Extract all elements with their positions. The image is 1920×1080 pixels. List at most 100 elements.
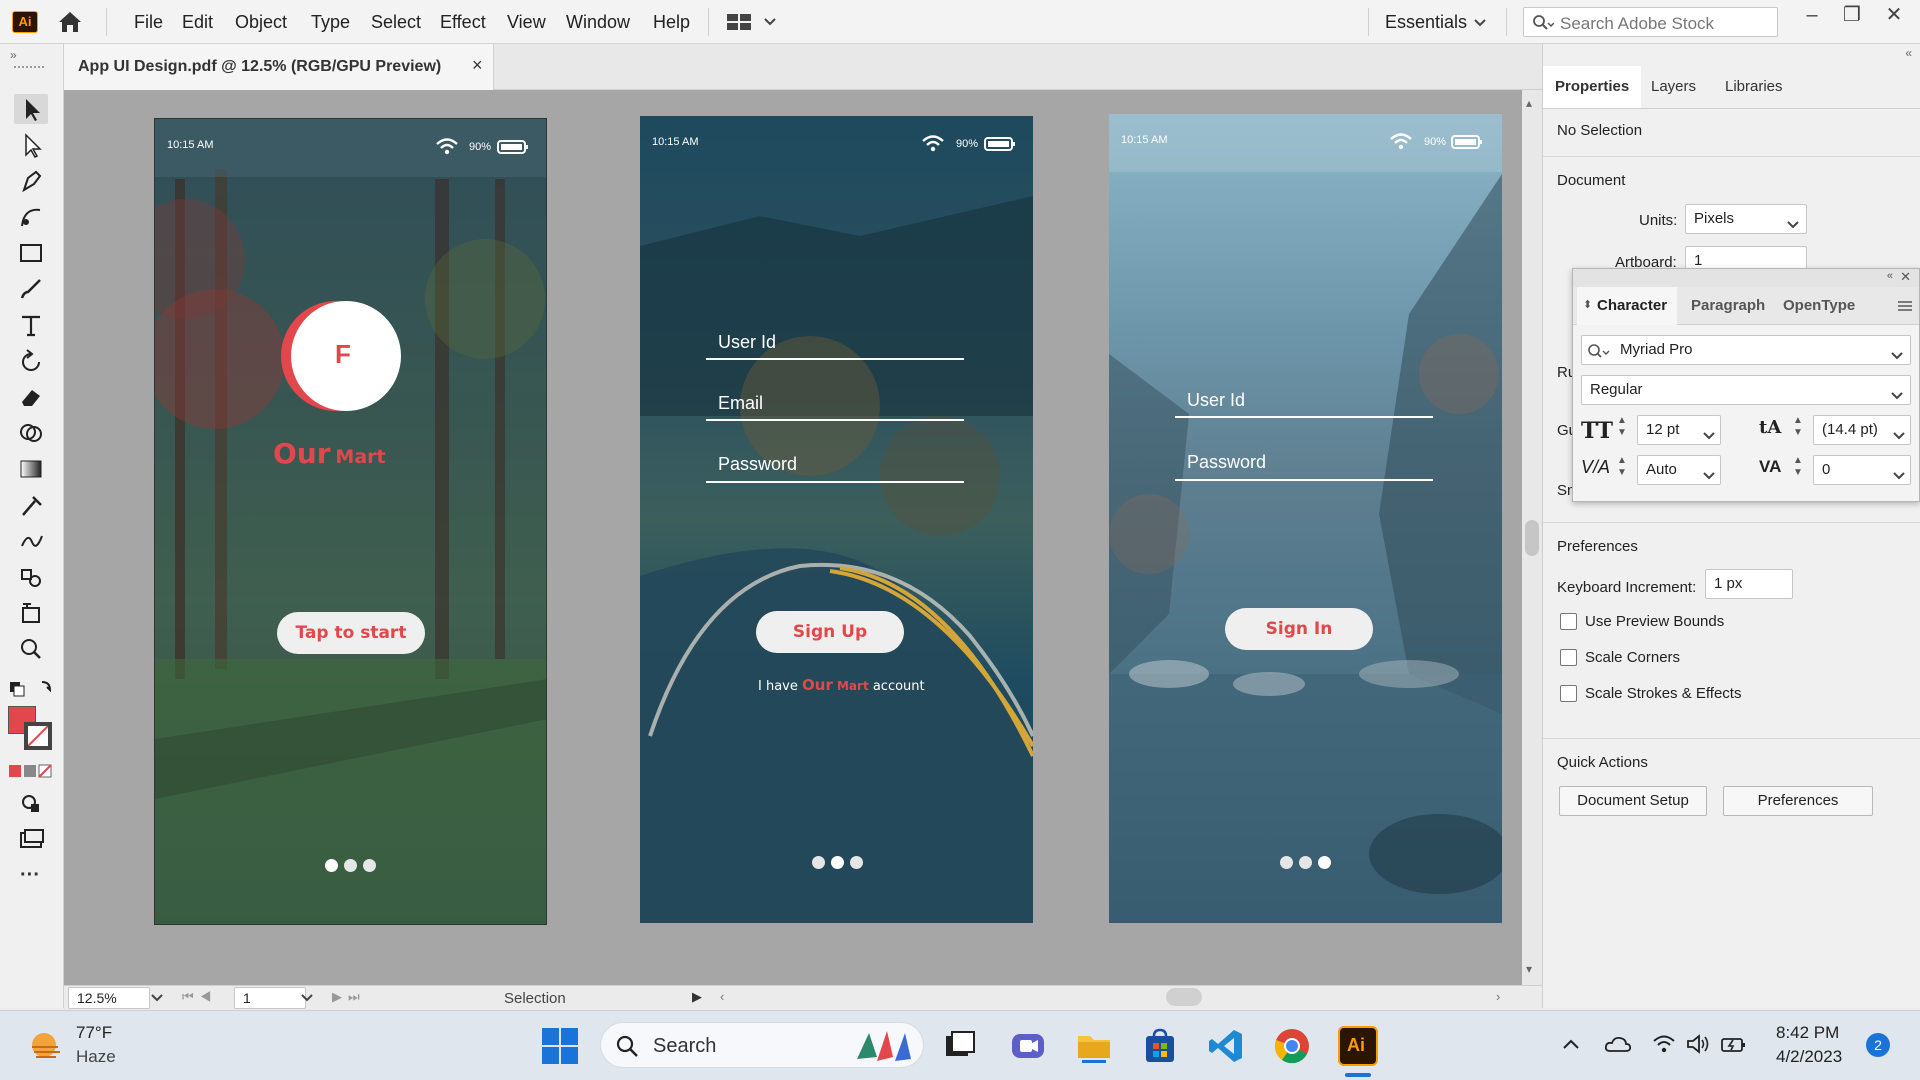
status-menu-icon[interactable]: ▶: [692, 989, 702, 1005]
vscode-icon[interactable]: [1206, 1026, 1246, 1066]
minimize-button[interactable]: –: [1790, 0, 1834, 30]
font-size-input[interactable]: 12 pt: [1637, 415, 1721, 445]
close-window-button[interactable]: ✕: [1872, 0, 1916, 30]
illustrator-taskbar-icon[interactable]: Ai: [1338, 1026, 1378, 1066]
menu-view[interactable]: View: [507, 0, 546, 44]
pen-tool-icon[interactable]: [14, 166, 48, 196]
battery-charging-icon[interactable]: [1720, 1033, 1746, 1055]
tracking-stepper[interactable]: ▲ ▼: [1793, 455, 1803, 479]
home-icon[interactable]: [56, 10, 84, 34]
tracking-input[interactable]: 0: [1813, 455, 1911, 485]
weather-temp[interactable]: 77°F: [76, 1023, 112, 1043]
volume-icon[interactable]: [1686, 1033, 1710, 1055]
page-dot[interactable]: [344, 859, 357, 872]
screen-mode-icon[interactable]: [14, 824, 48, 854]
preferences-button[interactable]: Preferences: [1723, 786, 1873, 816]
collapse-panel-icon[interactable]: «: [1905, 46, 1912, 60]
page-dot[interactable]: [1299, 856, 1312, 869]
type-tool-icon[interactable]: [14, 310, 48, 340]
search-stock-field[interactable]: Search Adobe Stock: [1523, 7, 1778, 37]
tab-layers[interactable]: Layers: [1639, 66, 1708, 108]
font-size-stepper[interactable]: ▲ ▼: [1617, 415, 1627, 439]
menu-edit[interactable]: Edit: [182, 0, 213, 44]
collapse-icon[interactable]: »: [10, 48, 17, 62]
sign-in-button[interactable]: Sign In: [1225, 608, 1373, 650]
fill-stroke-swatch[interactable]: [8, 706, 54, 752]
leading-stepper[interactable]: ▲ ▼: [1793, 415, 1803, 439]
canvas[interactable]: 10:15 AM 90% F Our Mart Tap to start 10:…: [64, 90, 1524, 985]
tab-libraries[interactable]: Libraries: [1713, 66, 1795, 108]
page-dot[interactable]: [1318, 856, 1331, 869]
page-dot[interactable]: [812, 856, 825, 869]
menu-type[interactable]: Type: [311, 0, 350, 44]
paintbrush-tool-icon[interactable]: [14, 274, 48, 304]
onedrive-icon[interactable]: [1604, 1033, 1632, 1055]
sign-up-button[interactable]: Sign Up: [756, 611, 904, 653]
clock-date[interactable]: 4/2/2023: [1776, 1047, 1842, 1067]
workspace-switcher[interactable]: Essentials: [1385, 0, 1467, 44]
artboard-tool-icon[interactable]: [14, 598, 48, 628]
chevron-down-icon[interactable]: [1473, 16, 1487, 28]
character-panel[interactable]: « ✕ ⬍ Character Paragraph OpenType Myria…: [1572, 268, 1920, 502]
page-dot[interactable]: [363, 859, 376, 872]
keyboard-increment-input[interactable]: 1 px: [1705, 569, 1793, 599]
zoom-field[interactable]: 12.5%: [68, 987, 150, 1009]
artboard-welcome[interactable]: 10:15 AM 90% F Our Mart Tap to start: [154, 118, 547, 925]
scroll-up-icon[interactable]: ▴: [1526, 96, 1532, 110]
gradient-tool-icon[interactable]: [14, 454, 48, 484]
file-explorer-icon[interactable]: [1074, 1026, 1114, 1066]
vertical-scroll-thumb[interactable]: [1525, 520, 1539, 556]
document-setup-button[interactable]: Document Setup: [1559, 786, 1707, 816]
user-id-input[interactable]: [1175, 416, 1433, 418]
menu-select[interactable]: Select: [371, 0, 421, 44]
scale-corners-checkbox[interactable]: [1560, 649, 1577, 666]
kerning-select[interactable]: Auto: [1637, 455, 1721, 485]
windows-start-icon[interactable]: [540, 1026, 580, 1066]
menu-help[interactable]: Help: [653, 0, 690, 44]
document-tab[interactable]: App UI Design.pdf @ 12.5% (RGB/GPU Previ…: [64, 44, 494, 90]
page-dot[interactable]: [850, 856, 863, 869]
color-mode-icons[interactable]: [8, 764, 52, 778]
microsoft-store-icon[interactable]: [1140, 1026, 1180, 1066]
artboard-sign-in[interactable]: 10:15 AM 90% User Id Password Sign In: [1109, 114, 1502, 923]
have-account-link[interactable]: I have Our Mart account: [758, 676, 925, 694]
eyedropper-tool-icon[interactable]: [14, 490, 48, 520]
font-style-select[interactable]: Regular: [1581, 375, 1911, 405]
tab-character[interactable]: ⬍ Character: [1577, 287, 1677, 325]
tab-properties[interactable]: Properties: [1543, 66, 1642, 108]
menu-effect[interactable]: Effect: [440, 0, 486, 44]
panel-menu-icon[interactable]: [1897, 299, 1913, 311]
eraser-tool-icon[interactable]: [14, 382, 48, 412]
blend-tool-icon[interactable]: [14, 526, 48, 556]
menu-window[interactable]: Window: [566, 0, 630, 44]
menu-object[interactable]: Object: [235, 0, 287, 44]
page-dot[interactable]: [1280, 856, 1293, 869]
arrange-documents-icon[interactable]: [727, 12, 781, 32]
page-dot[interactable]: [831, 856, 844, 869]
artboard-nav-prev-icons[interactable]: ⏮◀: [182, 989, 217, 1005]
email-input[interactable]: [706, 419, 964, 421]
close-tab-icon[interactable]: ×: [472, 55, 483, 76]
password-input[interactable]: [1175, 479, 1433, 481]
grip-icon[interactable]: [14, 66, 44, 68]
font-family-select[interactable]: Myriad Pro: [1581, 335, 1911, 365]
leading-input[interactable]: (14.4 pt): [1813, 415, 1911, 445]
curvature-tool-icon[interactable]: [14, 202, 48, 232]
page-dot[interactable]: [325, 859, 338, 872]
close-icon[interactable]: ✕: [1900, 269, 1911, 285]
notification-badge[interactable]: 2: [1866, 1033, 1890, 1057]
collapse-icon[interactable]: «: [1887, 270, 1893, 282]
artboard-sign-up[interactable]: 10:15 AM 90% User Id Email Password Sign…: [640, 116, 1033, 923]
tab-paragraph[interactable]: Paragraph: [1691, 297, 1765, 314]
tab-opentype[interactable]: OpenType: [1783, 297, 1855, 314]
scroll-left-icon[interactable]: ‹: [720, 989, 724, 1004]
menu-file[interactable]: File: [134, 0, 163, 44]
chrome-icon[interactable]: [1272, 1026, 1312, 1066]
user-id-input[interactable]: [706, 358, 964, 360]
scroll-right-icon[interactable]: ›: [1496, 989, 1500, 1004]
zoom-tool-icon[interactable]: [14, 634, 48, 664]
chevron-down-icon[interactable]: [150, 991, 164, 1003]
weather-icon[interactable]: [28, 1027, 64, 1063]
horizontal-scroll-thumb[interactable]: [1166, 988, 1202, 1006]
rotate-tool-icon[interactable]: [14, 346, 48, 376]
